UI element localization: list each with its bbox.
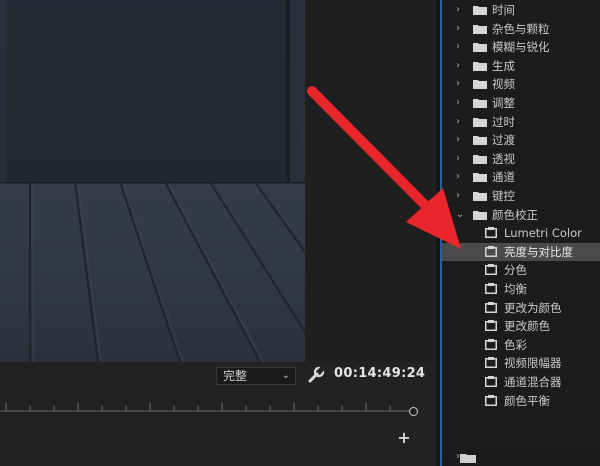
effect-icon <box>485 338 497 350</box>
chevron-right-icon[interactable]: › <box>456 187 466 205</box>
wrench-icon[interactable] <box>307 365 326 384</box>
folder-icon <box>473 136 487 146</box>
chevron-right-icon[interactable]: › <box>456 75 466 93</box>
chevron-right-icon[interactable]: › <box>456 131 466 149</box>
effect-label: 分色 <box>504 263 527 278</box>
folder-label: 键控 <box>492 189 515 203</box>
effect-label: 亮度与对比度 <box>504 244 573 259</box>
chevron-right-icon[interactable]: › <box>456 57 466 75</box>
effect-lumetri-color[interactable]: Lumetri Color <box>442 224 600 242</box>
effect-icon <box>485 394 497 406</box>
effect-icon <box>485 283 497 294</box>
folder-channel[interactable]: › 通道 <box>442 168 600 186</box>
chevron-down-icon: ⌄ <box>281 370 290 381</box>
effect-color-balance[interactable]: 颜色平衡 <box>442 392 600 406</box>
folder-icon <box>473 6 487 15</box>
folder-label: 调整 <box>492 96 515 110</box>
folder-icon <box>473 210 487 220</box>
effect-channel-mixer[interactable]: 通道混合器 <box>442 373 600 391</box>
folder-label: 过时 <box>492 114 515 129</box>
chevron-right-icon[interactable]: › <box>456 168 466 186</box>
effect-label: 色彩 <box>504 337 527 352</box>
effect-label: 视频限幅器 <box>504 356 562 371</box>
video-frame <box>0 0 305 362</box>
effect-label: 均衡 <box>504 282 527 296</box>
folder-icon <box>473 173 487 183</box>
effect-label: 更改颜色 <box>504 319 550 334</box>
chevron-right-icon[interactable]: › <box>456 20 466 38</box>
folder-label: 时间 <box>492 3 515 17</box>
effects-panel: › 时间 › 杂色与颗粒 › 模糊与锐化 › 生成 › 视频 › 调整 › 过时… <box>440 0 600 466</box>
folder-label: 视频 <box>492 77 515 92</box>
folder-icon <box>473 43 487 53</box>
chevron-right-icon[interactable]: › <box>456 113 466 131</box>
effect-icon <box>485 264 497 276</box>
video-floor <box>0 182 305 362</box>
folder-time[interactable]: › 时间 <box>442 1 600 19</box>
effect-label: 颜色平衡 <box>504 393 550 406</box>
folder-noise-grain[interactable]: › 杂色与颗粒 <box>442 20 600 38</box>
effect-icon <box>485 357 497 369</box>
effect-icon <box>485 227 497 239</box>
folder-icon <box>473 24 487 34</box>
folder-label: 通道 <box>492 170 515 185</box>
effect-label: 通道混合器 <box>504 375 562 389</box>
folder-icon <box>473 99 487 108</box>
effect-video-limiter[interactable]: 视频限幅器 <box>442 354 600 372</box>
effect-leave-color[interactable]: 分色 <box>442 261 600 279</box>
chevron-right-icon[interactable]: › <box>456 150 466 168</box>
effects-panel-footer: › <box>442 450 600 466</box>
playhead-handle[interactable] <box>409 407 418 416</box>
folder-obsolete[interactable]: › 过时 <box>442 113 600 131</box>
folder-icon <box>473 192 487 201</box>
playback-resolution-select[interactable]: 完整 ⌄ <box>216 367 296 385</box>
chevron-right-icon[interactable]: › <box>456 38 466 56</box>
effect-brightness-contrast[interactable]: 亮度与对比度 <box>442 242 600 261</box>
effect-label: 更改为颜色 <box>504 300 562 315</box>
folder-label: 颜色校正 <box>492 207 538 222</box>
playback-resolution-value: 完整 <box>223 369 248 383</box>
effect-icon <box>485 320 497 332</box>
chevron-right-icon[interactable]: › <box>456 94 466 112</box>
folder-label: 杂色与颗粒 <box>492 21 550 36</box>
folder-icon <box>473 154 487 164</box>
time-ruler[interactable] <box>0 396 420 418</box>
folder-icon <box>473 61 487 71</box>
effect-label: Lumetri Color <box>504 226 582 241</box>
effect-tint[interactable]: 色彩 <box>442 336 600 354</box>
monitor-letterbox <box>305 0 436 362</box>
folder-label: 模糊与锐化 <box>492 40 550 55</box>
folder-icon <box>473 117 487 127</box>
folder-icon <box>460 454 476 463</box>
folder-label: 过渡 <box>492 133 515 148</box>
folder-label: 透视 <box>492 151 515 166</box>
folder-color-correction[interactable]: ⌄ 颜色校正 <box>442 206 600 224</box>
add-button[interactable]: + <box>397 430 411 446</box>
folder-video[interactable]: › 视频 <box>442 75 600 93</box>
folder-adjust[interactable]: › 调整 <box>442 94 600 112</box>
effect-change-color[interactable]: 更改颜色 <box>442 317 600 335</box>
folder-blur-sharpen[interactable]: › 模糊与锐化 <box>442 38 600 56</box>
folder-generate[interactable]: › 生成 <box>442 57 600 75</box>
video-door-edge <box>286 0 290 186</box>
effect-equalize[interactable]: 均衡 <box>442 280 600 298</box>
folder-label: 生成 <box>492 58 515 73</box>
video-door <box>6 0 288 186</box>
chevron-right-icon[interactable]: › <box>456 1 466 19</box>
effect-change-to-color[interactable]: 更改为颜色 <box>442 299 600 317</box>
effect-icon <box>485 245 497 257</box>
folder-perspective[interactable]: › 透视 <box>442 150 600 168</box>
chevron-down-icon[interactable]: ⌄ <box>456 206 466 224</box>
effect-icon <box>485 301 497 313</box>
folder-keying[interactable]: › 键控 <box>442 187 600 205</box>
folder-transition[interactable]: › 过渡 <box>442 131 600 149</box>
effect-icon <box>485 376 497 387</box>
program-timecode[interactable]: 00:14:49:24 <box>334 366 425 381</box>
effects-scrollbar[interactable] <box>590 0 600 466</box>
folder-icon <box>473 80 487 90</box>
